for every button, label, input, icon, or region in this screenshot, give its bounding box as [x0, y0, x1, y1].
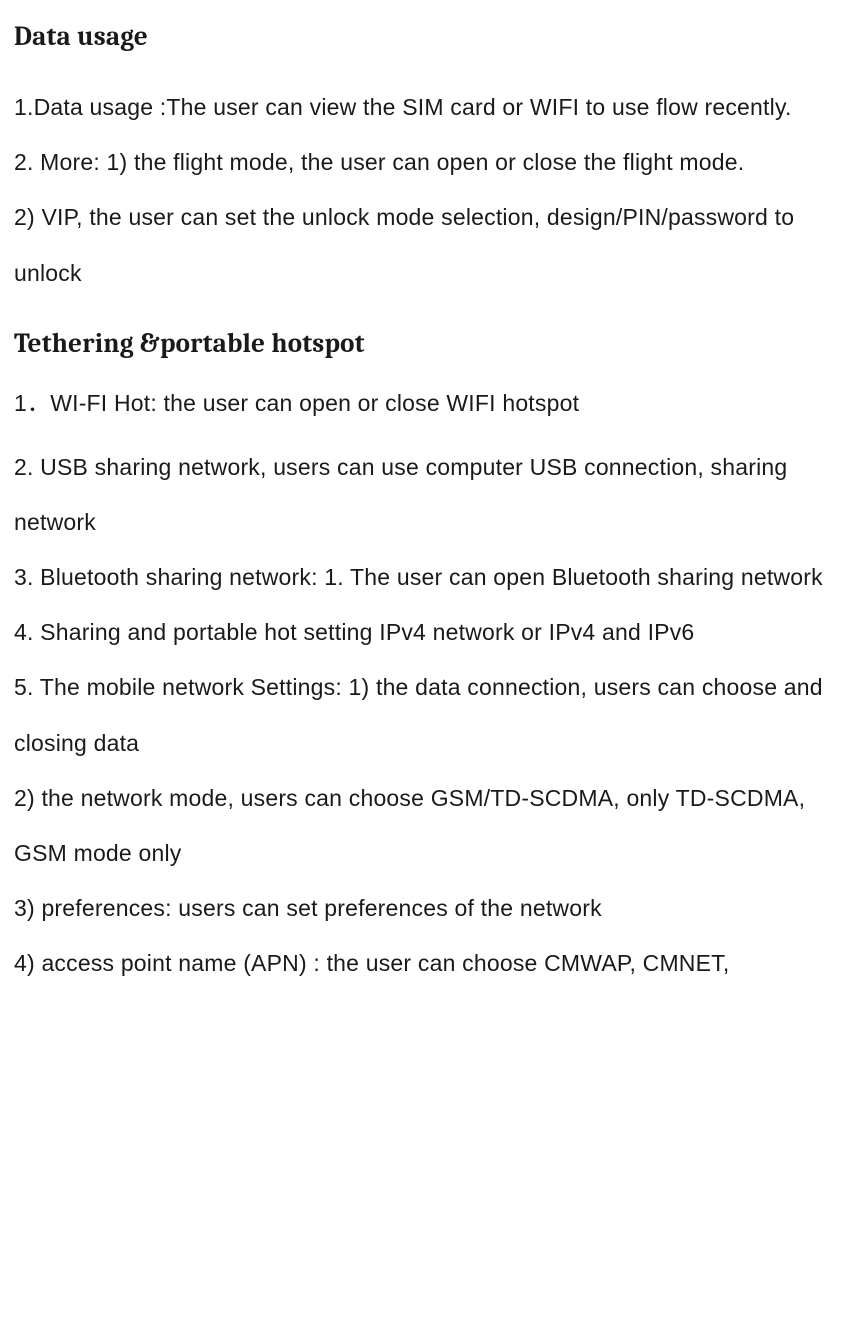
paragraph-tethering-4: 4. Sharing and portable hot setting IPv4… — [14, 605, 848, 660]
paragraph-tethering-2: 2. USB sharing network, users can use co… — [14, 440, 848, 550]
paragraph-tethering-7: 3) preferences: users can set preference… — [14, 881, 848, 936]
paragraph-tethering-5: 5. The mobile network Settings: 1) the d… — [14, 660, 848, 770]
section-heading-tethering: Tethering &portable hotspot — [14, 325, 848, 363]
paragraph-tethering-6: 2) the network mode, users can choose GS… — [14, 771, 848, 881]
paragraph-data-usage-3: 2) VIP, the user can set the unlock mode… — [14, 190, 848, 300]
paragraph-tethering-1: 1．WI-FI Hot: the user can open or close … — [14, 376, 848, 431]
paragraph-data-usage-1: 1.Data usage :The user can view the SIM … — [14, 80, 848, 135]
paragraph-data-usage-2: 2. More: 1) the flight mode, the user ca… — [14, 135, 848, 190]
paragraph-tethering-3: 3. Bluetooth sharing network: 1. The use… — [14, 550, 848, 605]
paragraph-tethering-8: 4) access point name (APN) : the user ca… — [14, 936, 848, 991]
section-heading-data-usage: Data usage — [14, 18, 848, 56]
